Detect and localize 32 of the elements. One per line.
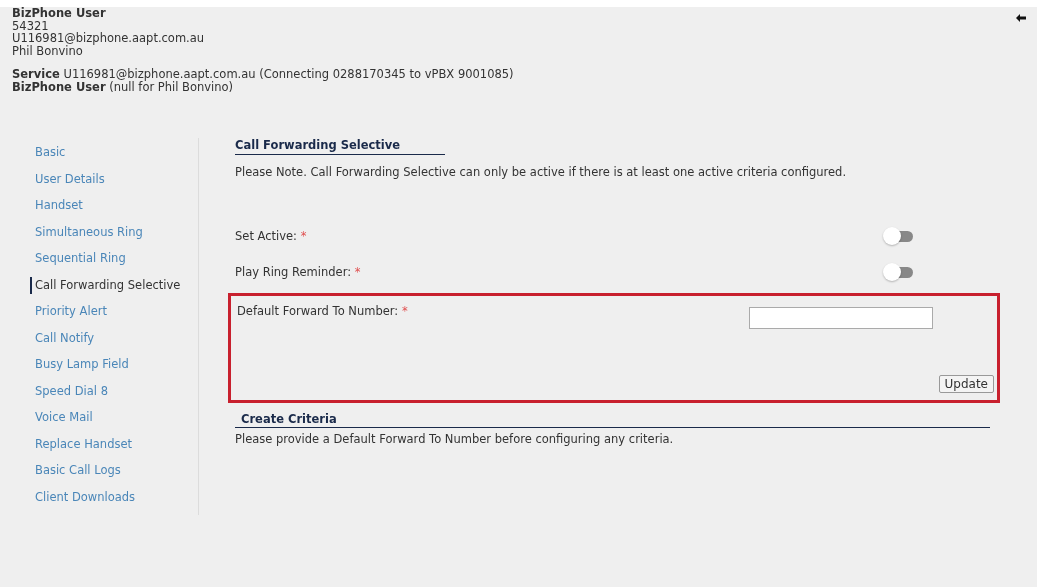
sidebar-item[interactable]: Call Forwarding Selective bbox=[30, 276, 181, 294]
toggle-switch[interactable] bbox=[883, 263, 915, 281]
user-info-line: U116981@bizphone.aapt.com.au bbox=[12, 32, 205, 45]
sidebar-item[interactable]: Priority Alert bbox=[12, 303, 107, 320]
sidebar-item[interactable]: Client Downloads bbox=[12, 488, 136, 506]
sidebar-item[interactable]: Simultaneous Ring bbox=[12, 223, 143, 241]
section-heading: Create Criteria bbox=[235, 412, 990, 428]
user-info-line: Phil Bonvino bbox=[12, 44, 83, 57]
sidebar-item[interactable]: Handset bbox=[12, 197, 83, 214]
field-label: Set Active: * bbox=[235, 229, 307, 243]
sidebar-item[interactable]: Busy Lamp Field bbox=[12, 356, 129, 373]
section-heading: Call Forwarding Selective bbox=[235, 138, 446, 155]
user-title: BizPhone User bbox=[12, 7, 106, 20]
sidebar-item[interactable]: Replace Handset bbox=[12, 435, 132, 453]
back-arrow-icon[interactable] bbox=[1015, 13, 1027, 23]
user-info-line: 54321 bbox=[12, 19, 49, 32]
toggle-switch[interactable] bbox=[883, 227, 915, 245]
note-text: Please Note. Call Forwarding Selective can only be active if there is at least one active criteria configured. bbox=[235, 165, 848, 179]
sidebar-item[interactable]: Basic bbox=[12, 144, 66, 161]
field-label: Play Ring Reminder: * bbox=[235, 265, 361, 279]
sidebar-item[interactable]: Sequential Ring bbox=[12, 250, 126, 267]
input-field[interactable] bbox=[749, 307, 933, 329]
sidebar-item[interactable]: Basic Call Logs bbox=[12, 462, 121, 479]
service-line: Service U116981@bizphone.aapt.com.au (Connecting 0288170345 to vPBX 9001085) bbox=[12, 68, 514, 81]
update-button[interactable]: Update bbox=[938, 375, 994, 393]
sidebar-item[interactable]: User Details bbox=[12, 170, 105, 188]
criteria-text: Please provide a Default Forward To Number before configuring any criteria. bbox=[235, 432, 675, 446]
field-label: Default Forward To Number: * bbox=[237, 304, 408, 318]
service-user-line: BizPhone User (null for Phil Bonvino) bbox=[12, 80, 234, 93]
sidebar-item[interactable]: Call Notify bbox=[12, 329, 95, 347]
sidebar-item[interactable]: Voice Mail bbox=[12, 409, 93, 426]
sidebar-item[interactable]: Speed Dial 8 bbox=[12, 382, 108, 400]
